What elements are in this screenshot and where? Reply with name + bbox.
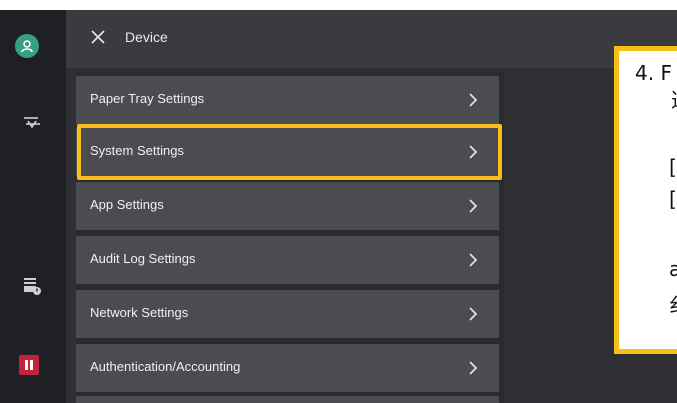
menu-item-label: Authentication/Accounting	[90, 359, 241, 374]
chevron-right-icon	[469, 199, 478, 213]
chevron-right-icon	[469, 307, 478, 321]
job-status-icon[interactable]	[20, 273, 44, 297]
menu-item-app-settings[interactable]: App Settings	[76, 182, 499, 230]
instruction-text: 选	[671, 84, 677, 113]
close-icon[interactable]	[88, 27, 108, 47]
sidebar	[0, 10, 66, 403]
chevron-right-icon	[469, 93, 478, 107]
instruction-text: 纟	[669, 289, 677, 318]
chevron-right-icon	[469, 361, 478, 375]
menu-item-network-settings[interactable]: Network Settings	[76, 290, 499, 338]
menu-item-audit-log-settings[interactable]: Audit Log Settings	[76, 236, 499, 284]
list-item	[76, 396, 499, 403]
device-screen: Device Paper Tray Settings System Settin…	[0, 0, 677, 403]
menu-item-label: Paper Tray Settings	[90, 91, 205, 106]
menu-item-authentication-accounting[interactable]: Authentication/Accounting	[76, 344, 499, 392]
page-title: Device	[125, 29, 168, 45]
instruction-callout: 4. F 选 [ [ a 纟	[614, 46, 677, 354]
instruction-text: [	[669, 155, 677, 179]
menu-item-label: Audit Log Settings	[90, 251, 196, 266]
top-strip	[0, 0, 677, 10]
stop-icon[interactable]	[19, 355, 39, 375]
selection-highlight	[77, 124, 502, 180]
menu-item-paper-tray-settings[interactable]: Paper Tray Settings	[76, 76, 499, 124]
instruction-step: 4. F	[635, 61, 672, 85]
chevron-right-icon	[469, 253, 478, 267]
instruction-text: [	[669, 187, 677, 211]
user-icon[interactable]	[15, 34, 39, 58]
swap-arrows-icon[interactable]	[20, 110, 44, 134]
menu-item-label: App Settings	[90, 197, 164, 212]
instruction-text: a	[669, 257, 677, 281]
menu-item-label: Network Settings	[90, 305, 189, 320]
